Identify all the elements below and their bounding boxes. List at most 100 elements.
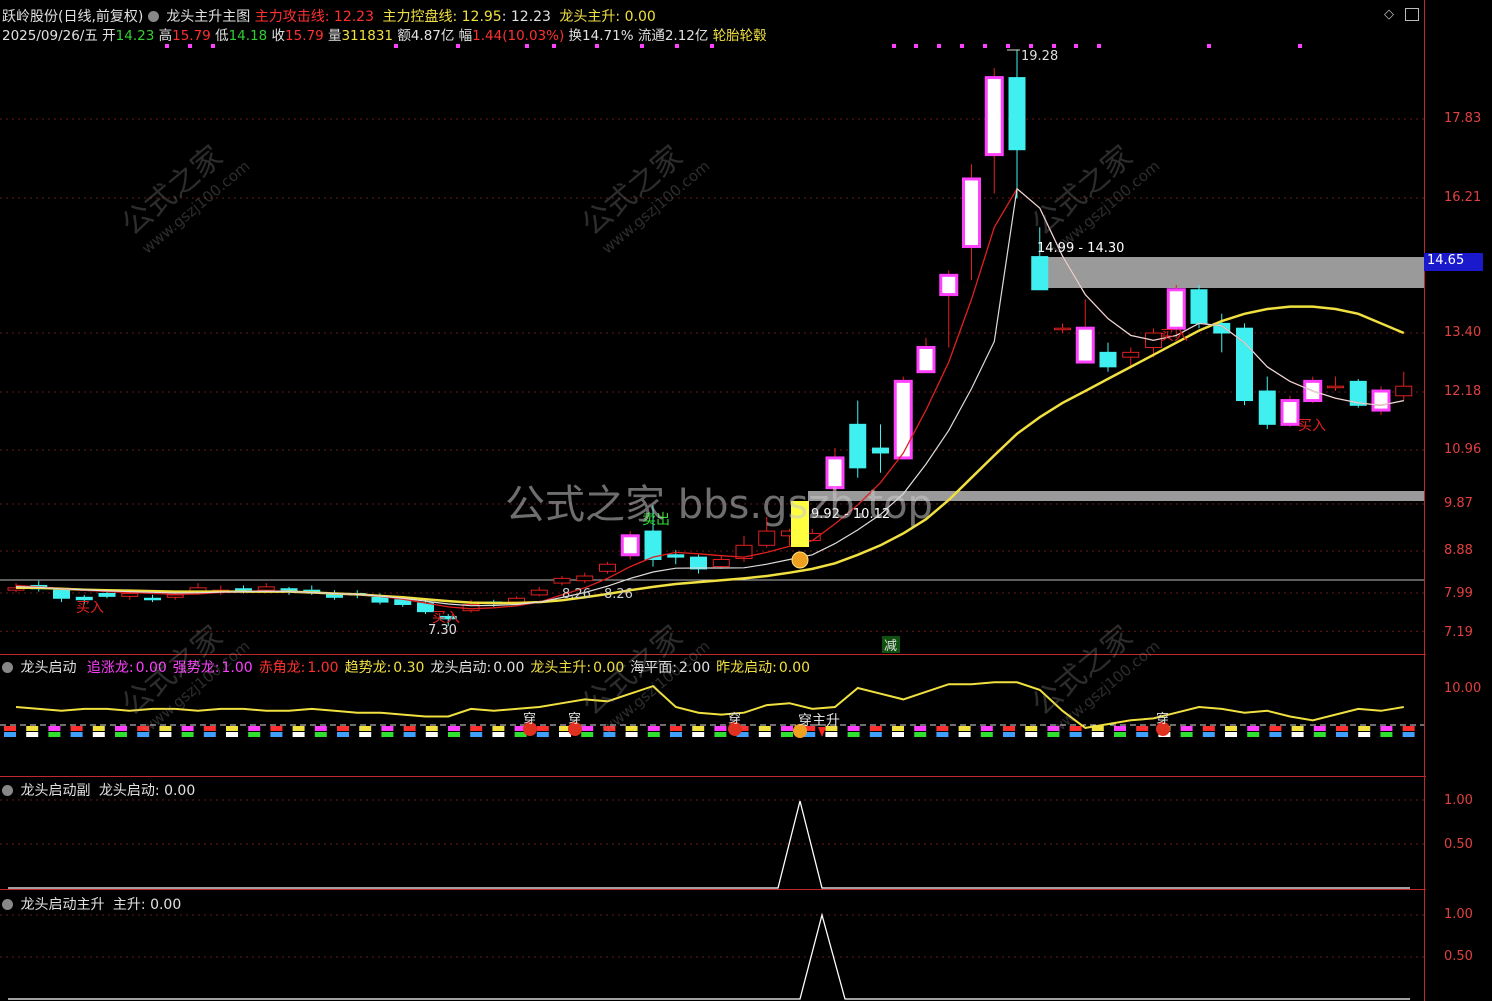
- state-block: [1402, 732, 1415, 737]
- candle[interactable]: [1303, 376, 1323, 403]
- candle[interactable]: [712, 554, 730, 569]
- state-block: [625, 732, 638, 737]
- candle[interactable]: [1075, 299, 1095, 364]
- state-block: [692, 732, 705, 737]
- candle[interactable]: [144, 594, 161, 603]
- candle[interactable]: [1280, 395, 1300, 427]
- state-block: [1025, 732, 1038, 737]
- ytick-7-99: 7.99: [1444, 586, 1473, 601]
- state-block: [1202, 726, 1215, 731]
- state-block: [92, 732, 105, 737]
- trend-dragon-line: [15, 681, 1404, 729]
- state-block: [48, 726, 61, 731]
- state-block: [226, 732, 238, 737]
- cross-label: 穿: [728, 711, 741, 727]
- state-block: [292, 726, 305, 731]
- resistance-zone: [1034, 257, 1424, 288]
- candle[interactable]: [1099, 342, 1117, 372]
- candle[interactable]: [1236, 323, 1253, 406]
- state-block: [359, 732, 372, 737]
- candle[interactable]: [735, 535, 753, 562]
- state-block: [492, 726, 505, 731]
- state-block: [1291, 726, 1304, 731]
- state-block: [825, 732, 838, 737]
- candle-body: [508, 597, 525, 603]
- candle-body: [530, 589, 548, 596]
- signal-dot: [1298, 44, 1302, 48]
- state-block: [936, 732, 949, 737]
- short-ma-line: [15, 187, 1404, 607]
- candle-body: [166, 594, 184, 598]
- state-block: [670, 726, 682, 731]
- candle-body: [1031, 256, 1049, 291]
- axis-border: [1424, 0, 1425, 1001]
- candle[interactable]: [576, 572, 594, 584]
- candle[interactable]: [599, 561, 616, 574]
- ytick-17-83: 17.83: [1444, 111, 1482, 126]
- state-block: [1136, 732, 1149, 737]
- signal-dot: [188, 44, 192, 48]
- signal-dot: [165, 44, 169, 48]
- candle[interactable]: [916, 337, 936, 374]
- signal-dot: [983, 44, 987, 48]
- state-block: [337, 726, 349, 731]
- state-block: [914, 732, 927, 737]
- candle[interactable]: [690, 554, 707, 574]
- candle-body: [599, 563, 616, 572]
- candle[interactable]: [893, 376, 913, 460]
- state-block: [403, 732, 416, 737]
- candle-body: [553, 577, 571, 584]
- candle-body: [644, 530, 662, 560]
- state-block: [869, 726, 882, 731]
- candle[interactable]: [872, 424, 889, 473]
- state-block: [670, 732, 682, 737]
- state-block: [115, 732, 127, 737]
- pane4-chart: [0, 912, 1424, 1000]
- candle[interactable]: [1054, 323, 1071, 333]
- candle[interactable]: [530, 586, 548, 597]
- state-block: [1225, 726, 1237, 731]
- signal-dot: [552, 44, 556, 48]
- pane3-chart: [0, 799, 1424, 889]
- state-block: [1380, 726, 1393, 731]
- state-block: [26, 726, 39, 731]
- candle[interactable]: [849, 400, 867, 478]
- candle-body: [1122, 351, 1140, 358]
- state-block: [470, 732, 483, 737]
- pane4-tick-2: 0.50: [1444, 949, 1473, 964]
- candle[interactable]: [1008, 50, 1026, 199]
- candle-body: [1258, 390, 1276, 425]
- candle[interactable]: [1371, 386, 1391, 415]
- state-block: [1180, 726, 1193, 731]
- signal-dot: [937, 44, 941, 48]
- state-block: [4, 732, 16, 737]
- state-block: [492, 732, 505, 737]
- candle[interactable]: [984, 68, 1004, 194]
- candle[interactable]: [962, 164, 981, 281]
- state-block: [1402, 726, 1415, 731]
- candle[interactable]: [939, 270, 959, 348]
- state-block: [1025, 726, 1038, 731]
- signal-dot: [675, 44, 679, 48]
- state-block: [1225, 732, 1237, 737]
- candle-body: [576, 575, 594, 582]
- signal-dot: [1207, 44, 1211, 48]
- state-block: [1136, 726, 1149, 731]
- candle[interactable]: [1395, 371, 1413, 401]
- candle[interactable]: [620, 531, 640, 560]
- state-block: [1114, 726, 1126, 731]
- candle-body: [1371, 389, 1391, 412]
- state-block: [536, 726, 549, 731]
- candle[interactable]: [1258, 376, 1276, 430]
- state-block: [1313, 726, 1326, 731]
- signal-dot: [1052, 44, 1056, 48]
- candle[interactable]: [1190, 284, 1208, 329]
- candle[interactable]: [553, 576, 571, 586]
- candle-body: [1327, 385, 1344, 389]
- candle-body: [1166, 288, 1186, 330]
- candle[interactable]: [1327, 376, 1344, 392]
- candle-body: [690, 556, 707, 570]
- signal-dot: [1006, 44, 1010, 48]
- candle-body: [121, 592, 139, 597]
- peak-label: 19.28: [1021, 49, 1058, 64]
